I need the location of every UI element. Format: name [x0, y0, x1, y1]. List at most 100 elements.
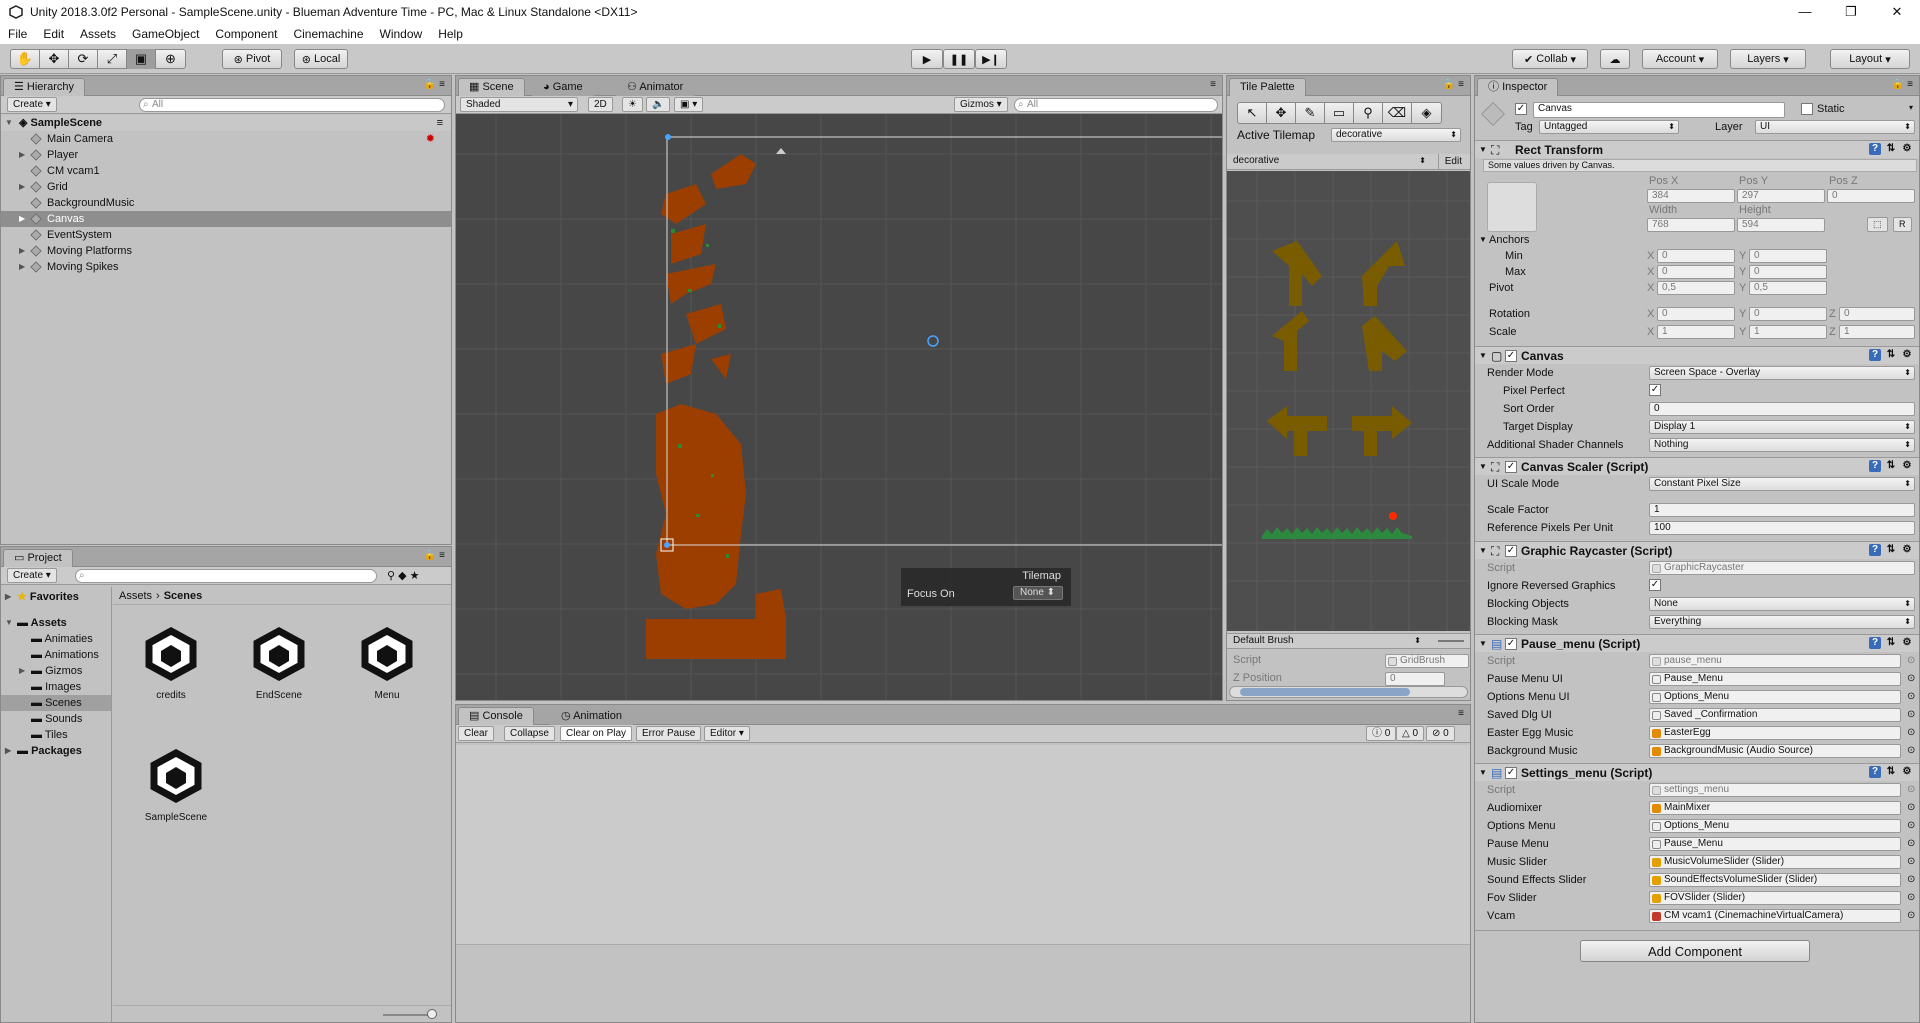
width-field[interactable]: 768 [1647, 218, 1735, 232]
eraser-icon[interactable]: ⌫ [1383, 103, 1412, 123]
object-picker-icon[interactable]: ⊙ [1907, 820, 1915, 831]
pos-y-field[interactable]: 297 [1737, 189, 1825, 203]
filter-icons[interactable]: ⚲ ◆ ★ [387, 569, 420, 582]
pivot-y[interactable]: 0,5 [1749, 281, 1827, 295]
ref-pixels-field[interactable]: 100 [1649, 521, 1915, 535]
rotation-x[interactable]: 0 [1657, 307, 1735, 321]
layout-button[interactable]: Layout ▾ [1830, 49, 1910, 69]
hierarchy-row[interactable]: CM vcam1 [1, 163, 451, 179]
scene-file[interactable]: EndScene [249, 627, 309, 701]
pause-menu-enabled-checkbox[interactable]: ✓ [1505, 638, 1517, 650]
palette-hscrollbar[interactable] [1229, 686, 1468, 698]
gear-icon[interactable]: ⚙ [1901, 766, 1913, 778]
render-mode-dropdown[interactable]: Screen Space - Overlay [1649, 366, 1915, 380]
help-icon[interactable]: ? [1869, 766, 1881, 778]
select-tool-icon[interactable]: ↖ [1238, 103, 1267, 123]
anchor-presets-button[interactable] [1487, 182, 1537, 232]
scene-row[interactable]: ▼ ◈ SampleScene ≡ [1, 115, 451, 131]
preset-icon[interactable]: ⇅ [1885, 637, 1897, 649]
object-picker-icon[interactable]: ⊙ [1907, 709, 1915, 720]
folder-row[interactable]: ▶ ▬ Gizmos [1, 663, 111, 679]
object-picker-icon[interactable]: ⊙ [1907, 892, 1915, 903]
palette-dropdown[interactable]: decorative [1229, 155, 1429, 169]
background-music-field[interactable]: BackgroundMusic (Audio Source) [1649, 744, 1901, 758]
object-picker-icon[interactable]: ⊙ [1907, 838, 1915, 849]
height-field[interactable]: 594 [1737, 218, 1825, 232]
raycaster-enabled-checkbox[interactable]: ✓ [1505, 545, 1517, 557]
raw-edit-button[interactable]: R [1893, 217, 1912, 232]
folder-row-selected[interactable]: ▬ Scenes [1, 695, 111, 711]
console-error-count[interactable]: ⊘ 0 [1426, 726, 1455, 741]
anchor-max-x[interactable]: 0 [1657, 265, 1735, 279]
canvas-component-header[interactable]: ▼ ▢ ✓ Canvas ? ⇅ ⚙ [1475, 346, 1919, 364]
ui-scale-mode-dropdown[interactable]: Constant Pixel Size [1649, 477, 1915, 491]
scale-factor-field[interactable]: 1 [1649, 503, 1915, 517]
scene-viewport[interactable] [456, 114, 1222, 700]
folder-row[interactable]: ▬ Tiles [1, 727, 111, 743]
packages-row[interactable]: ▶ ▬ Packages [1, 743, 111, 759]
rotate-tool-icon[interactable]: ⟳ [69, 49, 98, 69]
lighting-icon[interactable]: ☀ [622, 97, 643, 112]
account-button[interactable]: Account ▾ [1642, 49, 1718, 69]
menu-help[interactable]: Help [430, 27, 471, 41]
picker-icon[interactable]: ⚲ [1354, 103, 1383, 123]
audio-icon[interactable]: 🔈 [646, 97, 671, 112]
scene-canvas[interactable]: Tilemap Focus On None ⬍ [456, 114, 1222, 700]
anchor-min-x[interactable]: 0 [1657, 249, 1735, 263]
move-tile-tool-icon[interactable]: ✥ [1267, 103, 1296, 123]
hand-tool-icon[interactable]: ✋ [11, 49, 40, 69]
blocking-objects-dropdown[interactable]: None [1649, 597, 1915, 611]
hierarchy-create-button[interactable]: Create ▾ [7, 97, 57, 112]
tab-animator[interactable]: ⚇ Animator [616, 78, 695, 96]
scale-tool-icon[interactable]: ⤢ [98, 49, 127, 69]
box-fill-icon[interactable]: ▭ [1325, 103, 1354, 123]
project-search-input[interactable]: ⌕ [75, 569, 377, 583]
shading-dropdown[interactable]: Shaded ▾ [460, 97, 578, 112]
panel-menu-icon[interactable]: 🔒 ≡ [424, 550, 445, 561]
local-button[interactable]: ⊛ Local [294, 49, 348, 69]
console-warning-count[interactable]: △ 0 [1396, 726, 1425, 741]
blueprint-mode-icon[interactable]: ⬚ [1867, 217, 1888, 232]
tab-project[interactable]: ▭ Project [3, 549, 73, 567]
pause-script-field[interactable]: pause_menu [1649, 654, 1901, 668]
pivot-x[interactable]: 0,5 [1657, 281, 1735, 295]
saved-dlg-ui-field[interactable]: Saved _Confirmation [1649, 708, 1901, 722]
object-picker-icon[interactable]: ⊙ [1907, 673, 1915, 684]
play-button[interactable]: ▶ [911, 49, 943, 69]
panel-menu-icon[interactable]: 🔒 ≡ [1892, 79, 1913, 90]
shader-channels-dropdown[interactable]: Nothing [1649, 438, 1915, 452]
preset-icon[interactable]: ⇅ [1885, 544, 1897, 556]
tab-hierarchy[interactable]: ☰ Hierarchy [3, 78, 85, 96]
scene-file[interactable]: Menu [357, 627, 417, 701]
scaler-enabled-checkbox[interactable]: ✓ [1505, 461, 1517, 473]
settings-script-field[interactable]: settings_menu [1649, 783, 1901, 797]
tab-tile-palette[interactable]: Tile Palette [1229, 78, 1306, 96]
breadcrumb-scenes[interactable]: Scenes [164, 590, 203, 602]
options-menu-field[interactable]: Options_Menu [1649, 819, 1901, 833]
scene-file[interactable]: credits [141, 627, 201, 701]
hierarchy-search-input[interactable]: ⌕ All [139, 98, 445, 112]
console-clear-button[interactable]: Clear [458, 726, 494, 741]
preset-icon[interactable]: ⇅ [1885, 766, 1897, 778]
gizmos-dropdown[interactable]: Gizmos ▾ [954, 97, 1008, 112]
zpos-field[interactable]: 0 [1385, 672, 1445, 686]
gear-icon[interactable]: ⚙ [1901, 460, 1913, 472]
sort-order-field[interactable]: 0 [1649, 402, 1915, 416]
fill-bucket-icon[interactable]: ◈ [1412, 103, 1441, 123]
folder-row[interactable]: ▬ Sounds [1, 711, 111, 727]
paint-brush-icon[interactable]: ✎ [1296, 103, 1325, 123]
preset-icon[interactable]: ⇅ [1885, 460, 1897, 472]
target-display-dropdown[interactable]: Display 1 [1649, 420, 1915, 434]
folder-row[interactable]: ▬ Images [1, 679, 111, 695]
maximize-icon[interactable]: ❐ [1828, 4, 1874, 20]
console-error-pause-button[interactable]: Error Pause [636, 726, 702, 741]
preset-icon[interactable]: ⇅ [1885, 349, 1897, 361]
rotation-z[interactable]: 0 [1839, 307, 1915, 321]
scene-search-input[interactable]: ⌕ All [1014, 98, 1218, 112]
menu-window[interactable]: Window [372, 27, 431, 41]
blocking-mask-dropdown[interactable]: Everything [1649, 615, 1915, 629]
pause-menu-field[interactable]: Pause_Menu [1649, 837, 1901, 851]
tab-console[interactable]: ▤ Console [458, 707, 534, 725]
static-checkbox[interactable] [1801, 103, 1813, 115]
object-picker-icon[interactable]: ⊙ [1907, 691, 1915, 702]
